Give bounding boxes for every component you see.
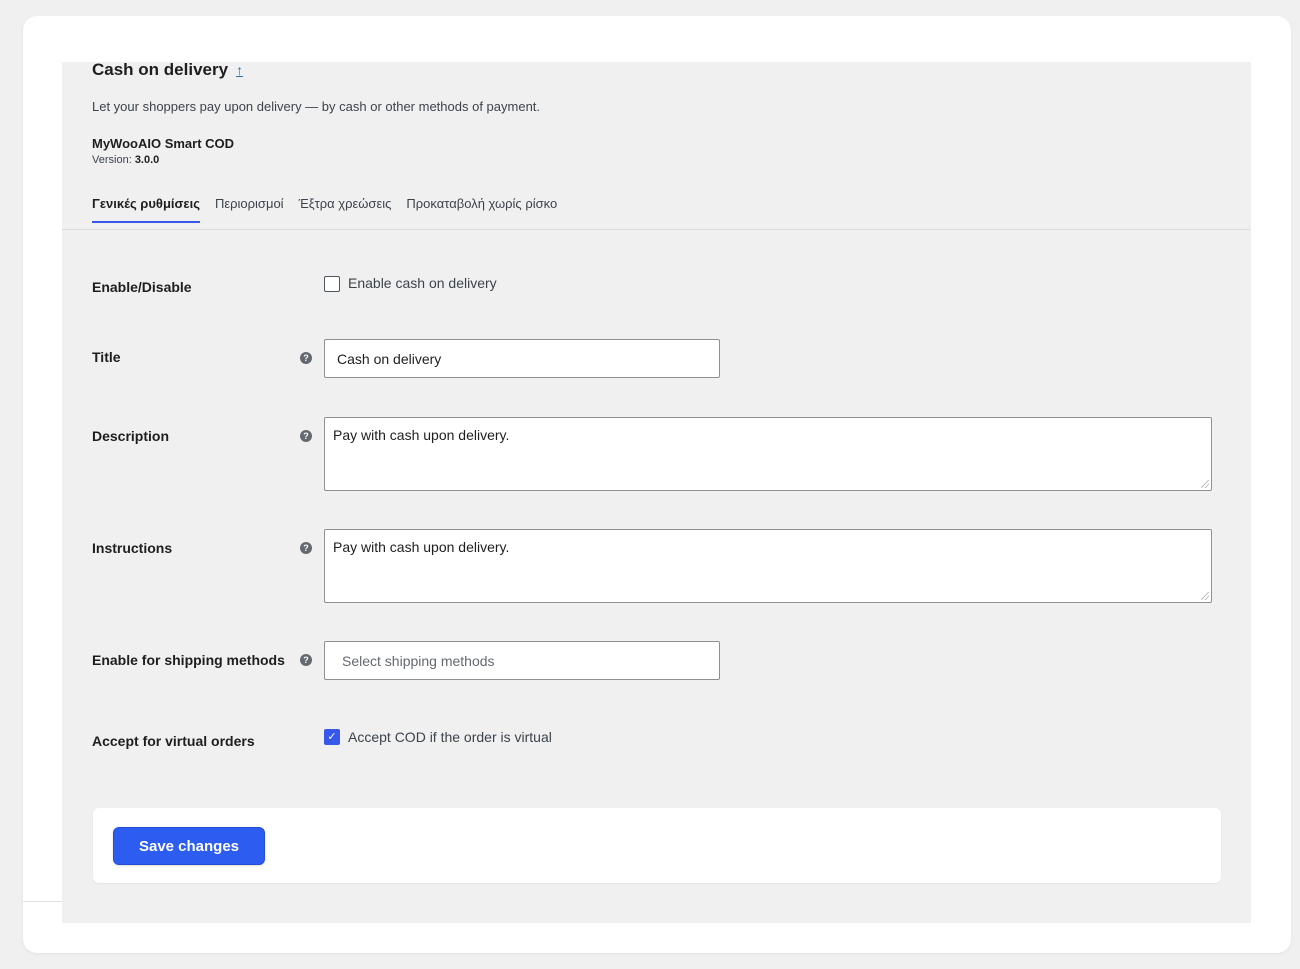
title-row: Cash on delivery ↑ <box>92 60 243 80</box>
instructions-text: Pay with cash upon delivery. <box>333 539 510 555</box>
instructions-label: Instructions <box>92 540 173 556</box>
tab-risk-free[interactable]: Προκαταβολή χωρίς ρίσκο <box>406 196 557 223</box>
save-panel: Save changes <box>93 808 1221 883</box>
virtual-checkbox[interactable]: ✓ <box>324 729 340 745</box>
help-icon[interactable]: ? <box>300 542 312 554</box>
help-icon[interactable]: ? <box>300 352 312 364</box>
tabs-divider <box>62 229 1251 230</box>
resize-handle[interactable] <box>1201 480 1209 488</box>
help-icon[interactable]: ? <box>300 654 312 666</box>
enable-checkbox[interactable] <box>324 276 340 292</box>
enable-checkbox-label[interactable]: Enable cash on delivery <box>348 275 497 291</box>
shipping-label: Enable for shipping methods <box>92 652 285 668</box>
save-button[interactable]: Save changes <box>113 827 265 865</box>
version-value: 3.0.0 <box>134 154 160 166</box>
up-arrow-icon[interactable]: ↑ <box>236 62 243 78</box>
version-label: Version: <box>92 154 132 166</box>
check-icon: ✓ <box>327 730 337 743</box>
resize-handle[interactable] <box>1201 592 1209 600</box>
settings-panel <box>62 62 1251 923</box>
page-title: Cash on delivery <box>92 60 229 79</box>
virtual-checkbox-label[interactable]: Accept COD if the order is virtual <box>348 729 552 745</box>
shipping-methods-select[interactable]: Select shipping methods <box>324 641 720 680</box>
help-icon[interactable]: ? <box>300 430 312 442</box>
tab-general[interactable]: Γενικές ρυθμίσεις <box>92 196 200 223</box>
description-text: Pay with cash upon delivery. <box>333 427 510 443</box>
instructions-textarea[interactable]: Pay with cash upon delivery. <box>324 529 1212 603</box>
virtual-label: Accept for virtual orders <box>92 733 255 749</box>
description-textarea[interactable]: Pay with cash upon delivery. <box>324 417 1212 491</box>
title-label: Title <box>92 349 121 365</box>
tab-restrictions[interactable]: Περιορισμοί <box>215 196 284 223</box>
plugin-name: MyWooAIO Smart COD <box>92 136 235 151</box>
description-label: Description <box>92 428 170 444</box>
tab-extra-fees[interactable]: Έξτρα χρεώσεις <box>299 196 392 223</box>
plugin-version: Version: 3.0.0 <box>92 154 159 166</box>
settings-tabs: Γενικές ρυθμίσεις Περιορισμοί Έξτρα χρεώ… <box>92 196 557 223</box>
page-description: Let your shoppers pay upon delivery — by… <box>92 99 541 114</box>
enable-label: Enable/Disable <box>92 279 192 295</box>
title-input[interactable]: Cash on delivery <box>324 339 720 378</box>
